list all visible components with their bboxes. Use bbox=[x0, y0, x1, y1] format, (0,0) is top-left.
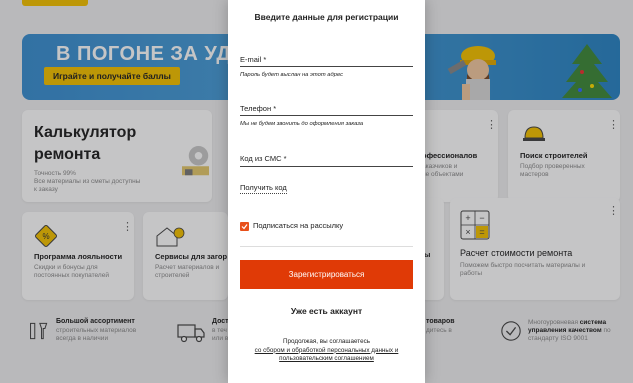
already-have-account-link[interactable]: Уже есть аккаунт bbox=[228, 306, 425, 316]
consent-line1: Продолжая, вы соглашаетесь bbox=[283, 338, 370, 345]
email-field[interactable] bbox=[240, 52, 413, 66]
sms-code-field[interactable] bbox=[240, 151, 413, 165]
phone-field[interactable] bbox=[240, 101, 413, 115]
consent-personal-data-link[interactable]: со сбором и обработкой персональных данн… bbox=[255, 347, 399, 354]
email-hint: Пароль будет выслан на этот адрес bbox=[240, 72, 344, 78]
consent-text: Продолжая, вы соглашаетесь со сбором и о… bbox=[228, 338, 425, 364]
subscribe-checkbox[interactable] bbox=[240, 222, 249, 231]
consent-user-agreement-link[interactable]: пользовательским соглашением bbox=[279, 355, 374, 362]
sms-code-underline bbox=[240, 166, 413, 167]
checkmark-icon bbox=[241, 224, 248, 230]
register-button[interactable]: Зарегистрироваться bbox=[240, 260, 413, 289]
email-underline bbox=[240, 66, 413, 67]
registration-modal: Введите данные для регистрации E-mail * … bbox=[228, 0, 425, 383]
phone-hint: Мы не будем звонить до оформления заказа bbox=[240, 121, 364, 127]
subscribe-label[interactable]: Подписаться на рассылку bbox=[253, 221, 343, 230]
subscribe-divider bbox=[240, 246, 413, 247]
modal-title: Введите данные для регистрации bbox=[254, 12, 399, 22]
phone-underline bbox=[240, 115, 413, 116]
get-code-link[interactable]: Получить код bbox=[240, 183, 287, 194]
